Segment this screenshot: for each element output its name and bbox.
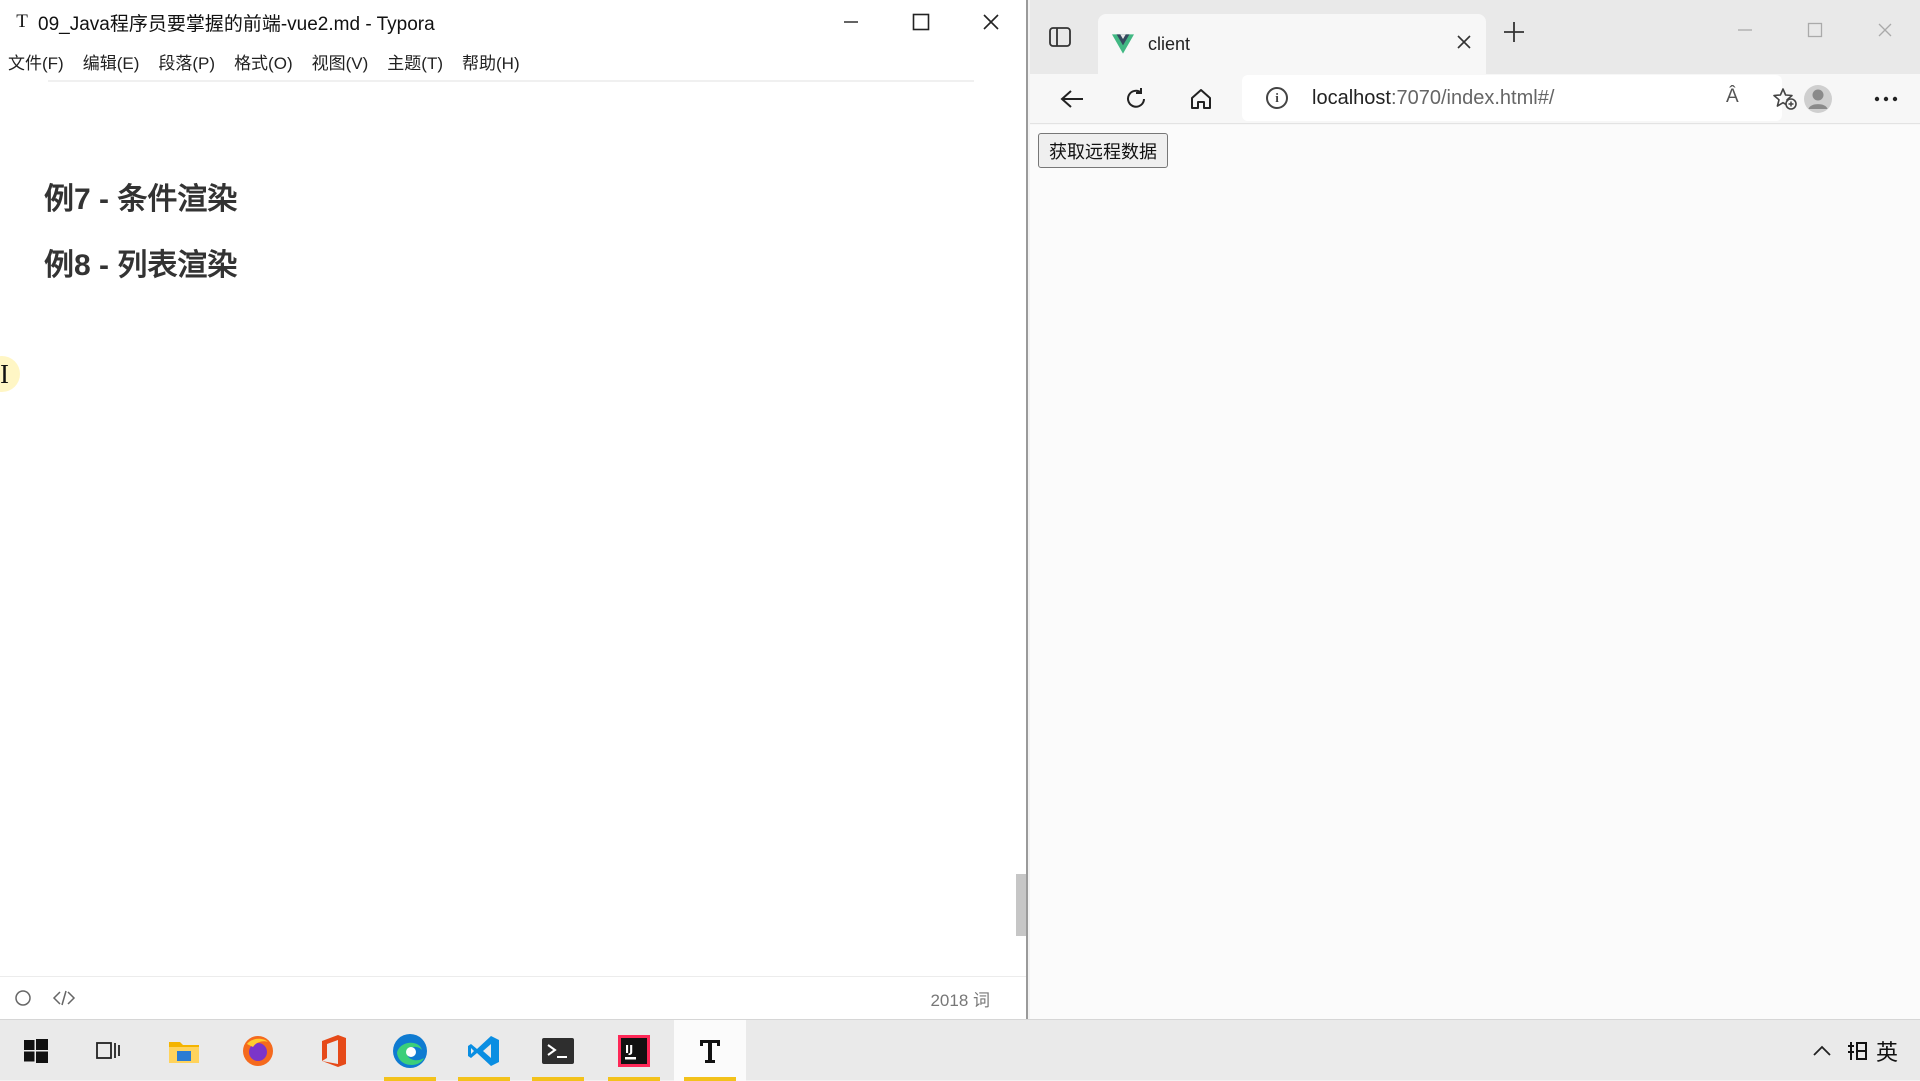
firefox-button[interactable]	[222, 1020, 294, 1081]
task-view-icon	[96, 1041, 120, 1059]
home-icon	[1191, 89, 1211, 109]
typora-taskbar-button[interactable]	[674, 1020, 746, 1081]
browser-toolbar: i localhost:7070/index.html#/ Â	[1030, 74, 1920, 124]
read-aloud-icon[interactable]: Â	[1726, 86, 1739, 108]
menu-paragraph[interactable]: 段落(P)	[158, 49, 215, 74]
maximize-icon	[1807, 22, 1823, 38]
browser-window: client i localhost:7070/index.html#/ Â …	[1030, 0, 1920, 1019]
circle-icon[interactable]	[14, 989, 32, 1007]
maximize-button[interactable]	[886, 0, 956, 44]
minimize-icon	[1738, 29, 1752, 31]
home-button[interactable]	[1179, 77, 1223, 121]
browser-minimize-button[interactable]	[1710, 0, 1780, 60]
intellij-button[interactable]: IJ	[598, 1020, 670, 1081]
url-path: :7070/index.html#/	[1390, 86, 1555, 109]
system-tray: 英	[1812, 1020, 1898, 1081]
back-button[interactable]	[1050, 77, 1094, 121]
tab-actions-icon[interactable]	[1048, 26, 1072, 48]
menu-bar: 文件(F) 编辑(E) 段落(P) 格式(O) 视图(V) 主题(T) 帮助(H…	[0, 44, 1026, 78]
back-icon	[1060, 90, 1083, 108]
heading-example-7[interactable]: 例7 - 条件渲染	[44, 174, 237, 218]
file-explorer-button[interactable]	[148, 1020, 220, 1081]
typora-window: T 09_Java程序员要掌握的前端-vue2.md - Typora 文件(F…	[0, 0, 1028, 1019]
svg-text:IJ: IJ	[625, 1043, 633, 1056]
typora-app-icon: T	[16, 11, 28, 32]
url-text[interactable]: localhost:7070/index.html#/	[1312, 87, 1554, 110]
tab-title: client	[1148, 33, 1191, 54]
minimize-icon	[844, 21, 858, 23]
browser-window-controls	[1710, 0, 1920, 60]
window-title: 09_Java程序员要掌握的前端-vue2.md - Typora	[38, 13, 435, 35]
url-host: localhost	[1312, 86, 1391, 109]
vue-logo-icon	[1112, 34, 1134, 54]
intellij-icon: IJ	[618, 1034, 650, 1067]
running-indicator	[608, 1077, 660, 1081]
minimize-button[interactable]	[816, 0, 886, 44]
page-content: 获取远程数据	[1030, 125, 1920, 1019]
vscode-button[interactable]	[448, 1020, 520, 1081]
tab-strip: client	[1030, 0, 1920, 74]
firefox-icon	[243, 1035, 273, 1066]
profile-button[interactable]	[1796, 77, 1840, 121]
running-indicator	[684, 1077, 736, 1081]
running-indicator	[458, 1077, 510, 1081]
ime-mode-icon[interactable]	[1846, 1040, 1868, 1062]
more-icon	[1874, 96, 1898, 102]
browser-close-button[interactable]	[1850, 0, 1920, 60]
office-button[interactable]	[298, 1020, 370, 1081]
close-icon	[983, 14, 999, 30]
menu-edit[interactable]: 编辑(E)	[83, 49, 140, 74]
more-button[interactable]	[1864, 77, 1908, 121]
editor-scrollbar[interactable]	[1016, 874, 1026, 936]
windows-start-icon	[24, 1038, 48, 1063]
terminal-button[interactable]	[522, 1020, 594, 1081]
tab-close-icon[interactable]	[1456, 34, 1472, 50]
address-bar[interactable]: i localhost:7070/index.html#/ Â	[1242, 75, 1797, 121]
vscode-icon	[468, 1035, 499, 1066]
favorites-add-icon[interactable]	[1772, 87, 1798, 111]
status-bar: 2018 词	[0, 976, 1026, 1019]
ime-language-indicator[interactable]: 英	[1876, 1035, 1898, 1067]
menu-format[interactable]: 格式(O)	[234, 49, 293, 74]
word-count[interactable]: 2018 词	[930, 986, 990, 1011]
menu-file[interactable]: 文件(F)	[8, 49, 64, 74]
close-button[interactable]	[956, 0, 1026, 44]
menu-view[interactable]: 视图(V)	[312, 49, 369, 74]
office-icon	[322, 1034, 346, 1067]
task-view-button[interactable]	[72, 1020, 144, 1081]
start-button[interactable]	[0, 1020, 72, 1081]
taskbar: IJ 英	[0, 1019, 1920, 1081]
window-controls	[816, 0, 1026, 44]
editor-divider	[48, 80, 974, 82]
refresh-button[interactable]	[1114, 77, 1158, 121]
tray-chevron-icon[interactable]	[1812, 1044, 1832, 1058]
refresh-icon	[1127, 88, 1145, 108]
running-indicator	[384, 1077, 436, 1081]
profile-icon	[1804, 85, 1832, 113]
text-cursor-icon: I	[0, 359, 9, 389]
edge-button[interactable]	[374, 1020, 446, 1081]
browser-maximize-button[interactable]	[1780, 0, 1850, 60]
title-bar: T 09_Java程序员要掌握的前端-vue2.md - Typora	[0, 0, 1026, 44]
maximize-icon	[912, 13, 930, 31]
site-info-icon[interactable]: i	[1266, 87, 1288, 109]
running-indicator	[532, 1077, 584, 1081]
source-code-icon[interactable]	[52, 989, 76, 1007]
fetch-remote-data-button[interactable]: 获取远程数据	[1038, 133, 1168, 168]
typora-icon	[700, 1039, 720, 1063]
terminal-icon	[542, 1037, 574, 1064]
file-explorer-icon	[169, 1041, 199, 1063]
heading-example-8[interactable]: 例8 - 列表渲染	[44, 240, 237, 284]
tab-client[interactable]: client	[1098, 14, 1486, 74]
menu-theme[interactable]: 主题(T)	[387, 49, 443, 74]
new-tab-icon[interactable]	[1502, 20, 1526, 44]
edge-icon	[393, 1033, 427, 1068]
menu-help[interactable]: 帮助(H)	[462, 49, 520, 74]
close-icon	[1878, 23, 1892, 37]
